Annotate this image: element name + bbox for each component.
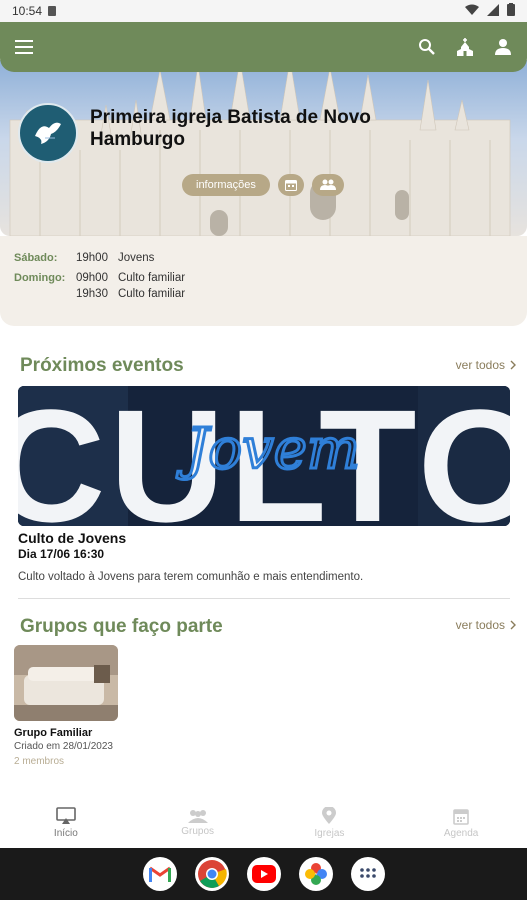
banner-text-script: Jovem — [176, 417, 360, 482]
info-button[interactable]: informações — [182, 174, 270, 196]
groups-section-title: Grupos que faço parte — [20, 616, 223, 637]
system-dock — [0, 848, 527, 900]
group-card[interactable]: Grupo Familiar Criado em 28/01/2023 2 me… — [14, 645, 134, 767]
schedule-day: Sábado: — [14, 252, 58, 264]
nav-item-grupos[interactable]: Grupos — [132, 798, 264, 848]
group-created-date: Criado em 28/01/2023 — [14, 741, 113, 752]
group-name: Grupo Familiar — [14, 727, 93, 739]
nav-item-inicio[interactable]: Início — [0, 798, 132, 848]
nav-label: Início — [53, 828, 78, 839]
wifi-icon — [465, 4, 479, 19]
event-title[interactable]: Culto de Jovens — [18, 530, 126, 546]
church-icon[interactable] — [455, 37, 475, 57]
group-image — [14, 645, 118, 721]
location-pin-icon — [322, 807, 337, 824]
schedule-row: Sábado: 19h00 Jovens — [14, 252, 513, 264]
status-bar: 10:54 — [0, 0, 527, 22]
service-schedule: Sábado: 19h00 Jovens Domingo: 09h00 Cult… — [0, 236, 527, 326]
bottom-navigation: Início Grupos Igrejas Agenda — [0, 798, 527, 848]
battery-icon — [507, 3, 515, 19]
divider — [18, 598, 510, 599]
schedule-label: Culto familiar — [117, 272, 186, 284]
nav-label: Agenda — [443, 827, 479, 839]
schedule-time: 19h30 — [76, 288, 108, 300]
notification-icon — [48, 6, 57, 16]
schedule-time: 09h00 — [76, 272, 108, 284]
app-bar — [0, 22, 527, 72]
chrome-app-icon[interactable] — [194, 857, 229, 891]
schedule-time: 19h00 — [76, 252, 108, 264]
church-header: Primeira igreja Batista de Novo Hamburgo… — [0, 60, 527, 236]
schedule-row: Domingo: 09h00 Culto familiar 19h30 Cult… — [14, 272, 513, 300]
event-description: Culto voltado à Jovens para terem comunh… — [18, 571, 364, 583]
event-banner-image: CULTO Jovem — [18, 386, 510, 526]
group-members-count: 2 membros — [14, 756, 65, 767]
event-banner[interactable]: CULTO Jovem — [18, 386, 510, 526]
calendar-button[interactable] — [277, 174, 304, 196]
photos-app-icon[interactable] — [298, 857, 333, 891]
people-icon — [319, 179, 336, 190]
event-date: Dia 17/06 16:30 — [18, 547, 105, 561]
see-all-label: ver todos — [455, 358, 505, 372]
nav-item-agenda[interactable]: Agenda — [395, 798, 527, 848]
groups-icon — [187, 810, 208, 823]
signal-icon — [487, 3, 499, 19]
see-all-label: ver todos — [455, 618, 505, 632]
church-name: Primeira igreja Batista de Novo Hamburgo — [90, 107, 371, 150]
groups-see-all-link[interactable]: ver todos — [456, 618, 517, 632]
home-icon — [56, 807, 76, 824]
events-see-all-link[interactable]: ver todos — [456, 358, 517, 372]
app-drawer-icon[interactable] — [350, 857, 385, 891]
menu-icon[interactable] — [14, 37, 34, 57]
search-icon[interactable] — [417, 37, 437, 57]
schedule-label: Culto familiar — [117, 288, 186, 300]
schedule-label: Jovens — [117, 252, 155, 264]
schedule-day: Domingo: — [14, 272, 66, 284]
youtube-app-icon[interactable] — [246, 857, 281, 891]
profile-icon[interactable] — [493, 37, 513, 57]
chevron-right-icon — [510, 620, 516, 630]
church-logo — [18, 103, 78, 163]
nav-item-igrejas[interactable]: Igrejas — [264, 798, 396, 848]
nav-label: Grupos — [181, 826, 215, 837]
status-time: 10:54 — [12, 4, 43, 18]
chevron-right-icon — [510, 360, 516, 370]
members-button[interactable] — [311, 174, 344, 196]
calendar-icon — [453, 808, 469, 825]
events-section-title: Próximos eventos — [20, 355, 184, 376]
calendar-icon — [284, 180, 297, 191]
nav-label: Igrejas — [314, 828, 345, 839]
gmail-app-icon[interactable] — [142, 857, 177, 891]
